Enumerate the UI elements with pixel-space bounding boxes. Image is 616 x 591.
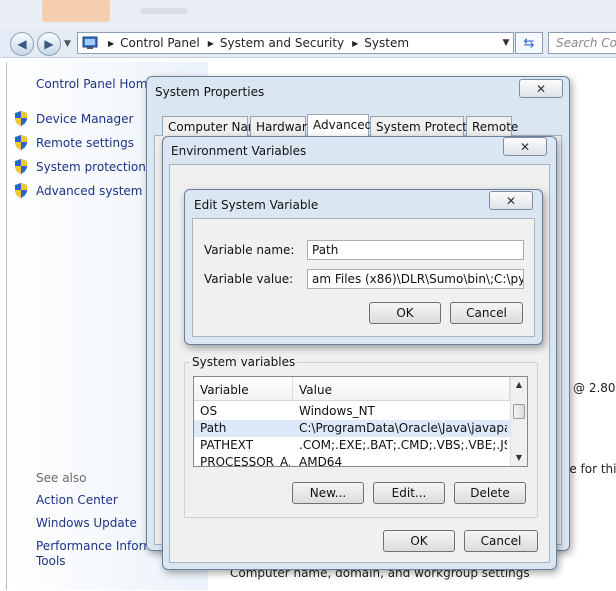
variable-cell: Path (200, 421, 227, 435)
forward-button[interactable]: ▶ (37, 32, 61, 56)
environment-cancel-button[interactable]: Cancel (464, 530, 538, 552)
search-input[interactable]: Search Con (548, 32, 616, 54)
breadcrumb-separator-icon: ▶ (108, 38, 115, 48)
breadcrumb-system[interactable]: System (364, 36, 409, 50)
list-scrollbar[interactable]: ▲ ▼ (510, 377, 527, 466)
tab-advanced[interactable]: Advanced (307, 114, 372, 136)
pen-touch-text: le for thi (566, 462, 616, 476)
scroll-down-icon[interactable]: ▼ (511, 450, 527, 466)
shield-icon (15, 111, 27, 126)
breadcrumb-system-and-security[interactable]: System and Security (220, 36, 344, 50)
edit-variable-button[interactable]: Edit... (373, 482, 445, 504)
address-dropdown-chevron-down-icon[interactable]: ▼ (499, 38, 513, 48)
variable-value-field[interactable]: am Files (x86)\DLR\Sumo\bin\;C:\python27 (307, 269, 524, 289)
variable-name-label: Variable name: (204, 243, 295, 257)
back-button[interactable]: ◀ (10, 32, 34, 56)
tab-computer-name[interactable]: Computer Name (162, 116, 267, 136)
remote-settings-link[interactable]: Remote settings (36, 136, 134, 150)
shield-icon (15, 159, 27, 174)
edit-ok-button[interactable]: OK (369, 302, 441, 324)
variable-value-label: Variable value: (204, 272, 294, 286)
window-title-blurred (140, 8, 188, 14)
table-row[interactable]: OS Windows_NT (194, 403, 510, 420)
close-icon: ✕ (535, 81, 547, 96)
tab-remote[interactable]: Remote (466, 116, 518, 136)
scroll-up-icon[interactable]: ▲ (511, 377, 527, 393)
shield-icon (15, 135, 27, 150)
breadcrumb-control-panel[interactable]: Control Panel (120, 36, 200, 50)
value-cell: .COM;.EXE;.BAT;.CMD;.VBS;.VBE;.JS;.... (299, 438, 507, 452)
tab-hardware[interactable]: Hardware (250, 116, 314, 136)
control-panel-home-link[interactable]: Control Panel Home (36, 77, 155, 91)
variable-cell: OS (200, 404, 218, 418)
edit-cancel-button[interactable]: Cancel (450, 302, 523, 324)
shield-icon (15, 183, 27, 198)
windows-update-link[interactable]: Windows Update (36, 516, 137, 530)
new-variable-button[interactable]: New... (292, 482, 364, 504)
control-panel-icon (82, 36, 98, 49)
breadcrumb-separator-icon: ▶ (207, 38, 214, 48)
edit-system-variable-title: Edit System Variable (194, 198, 319, 212)
edit-variable-close-button[interactable]: ✕ (489, 191, 533, 210)
device-manager-link[interactable]: Device Manager (36, 112, 133, 126)
search-placeholder: Search Con (556, 36, 616, 50)
column-header-value[interactable]: Value (293, 377, 510, 401)
environment-variables-close-button[interactable]: ✕ (503, 137, 547, 156)
table-row[interactable]: PROCESSOR_A... AMD64 (194, 454, 510, 467)
variable-cell: PROCESSOR_A... (200, 455, 290, 467)
refresh-button[interactable]: ⇆ (515, 32, 543, 54)
variable-cell: PATHEXT (200, 438, 254, 452)
window-icon (42, 0, 110, 22)
arrow-left-icon: ◀ (17, 37, 27, 51)
action-center-link[interactable]: Action Center (36, 493, 118, 507)
close-icon: ✕ (505, 193, 517, 208)
variable-name-field[interactable]: Path (307, 240, 524, 260)
system-properties-title: System Properties (155, 85, 265, 99)
address-bar[interactable]: ▶ Control Panel ▶ System and Security ▶ … (77, 32, 514, 54)
close-icon: ✕ (519, 139, 531, 154)
system-protection-link[interactable]: System protection (36, 160, 146, 174)
environment-variables-title: Environment Variables (171, 144, 307, 158)
column-header-variable[interactable]: Variable (194, 377, 293, 401)
table-row-selected[interactable]: Path C:\ProgramData\Oracle\Java\javapath… (194, 420, 510, 437)
refresh-icon: ⇆ (523, 35, 535, 51)
processor-speed-text: @ 2.80G (573, 381, 616, 395)
arrow-right-icon: ▶ (44, 37, 54, 51)
performance-information-link[interactable]: Performance Informa (36, 539, 162, 553)
tab-system-protection[interactable]: System Protection (370, 116, 485, 136)
system-variables-list[interactable]: Variable Value OS Windows_NT Path C:\Pro… (193, 376, 528, 467)
table-row[interactable]: PATHEXT .COM;.EXE;.BAT;.CMD;.VBS;.VBE;.J… (194, 437, 510, 454)
breadcrumb-separator-icon: ▶ (352, 38, 359, 48)
delete-variable-button[interactable]: Delete (454, 482, 526, 504)
value-cell: C:\ProgramData\Oracle\Java\javapath;... (299, 421, 507, 435)
scroll-thumb[interactable] (513, 404, 525, 419)
recent-pages-chevron-down-icon[interactable]: ▼ (64, 39, 74, 49)
value-cell: Windows_NT (299, 404, 375, 418)
performance-tools-link[interactable]: Tools (36, 554, 66, 568)
environment-ok-button[interactable]: OK (383, 530, 455, 552)
system-variables-label: System variables (190, 355, 298, 369)
value-cell: AMD64 (299, 455, 343, 467)
see-also-heading: See also (36, 471, 87, 485)
system-properties-close-button[interactable]: ✕ (519, 79, 563, 98)
